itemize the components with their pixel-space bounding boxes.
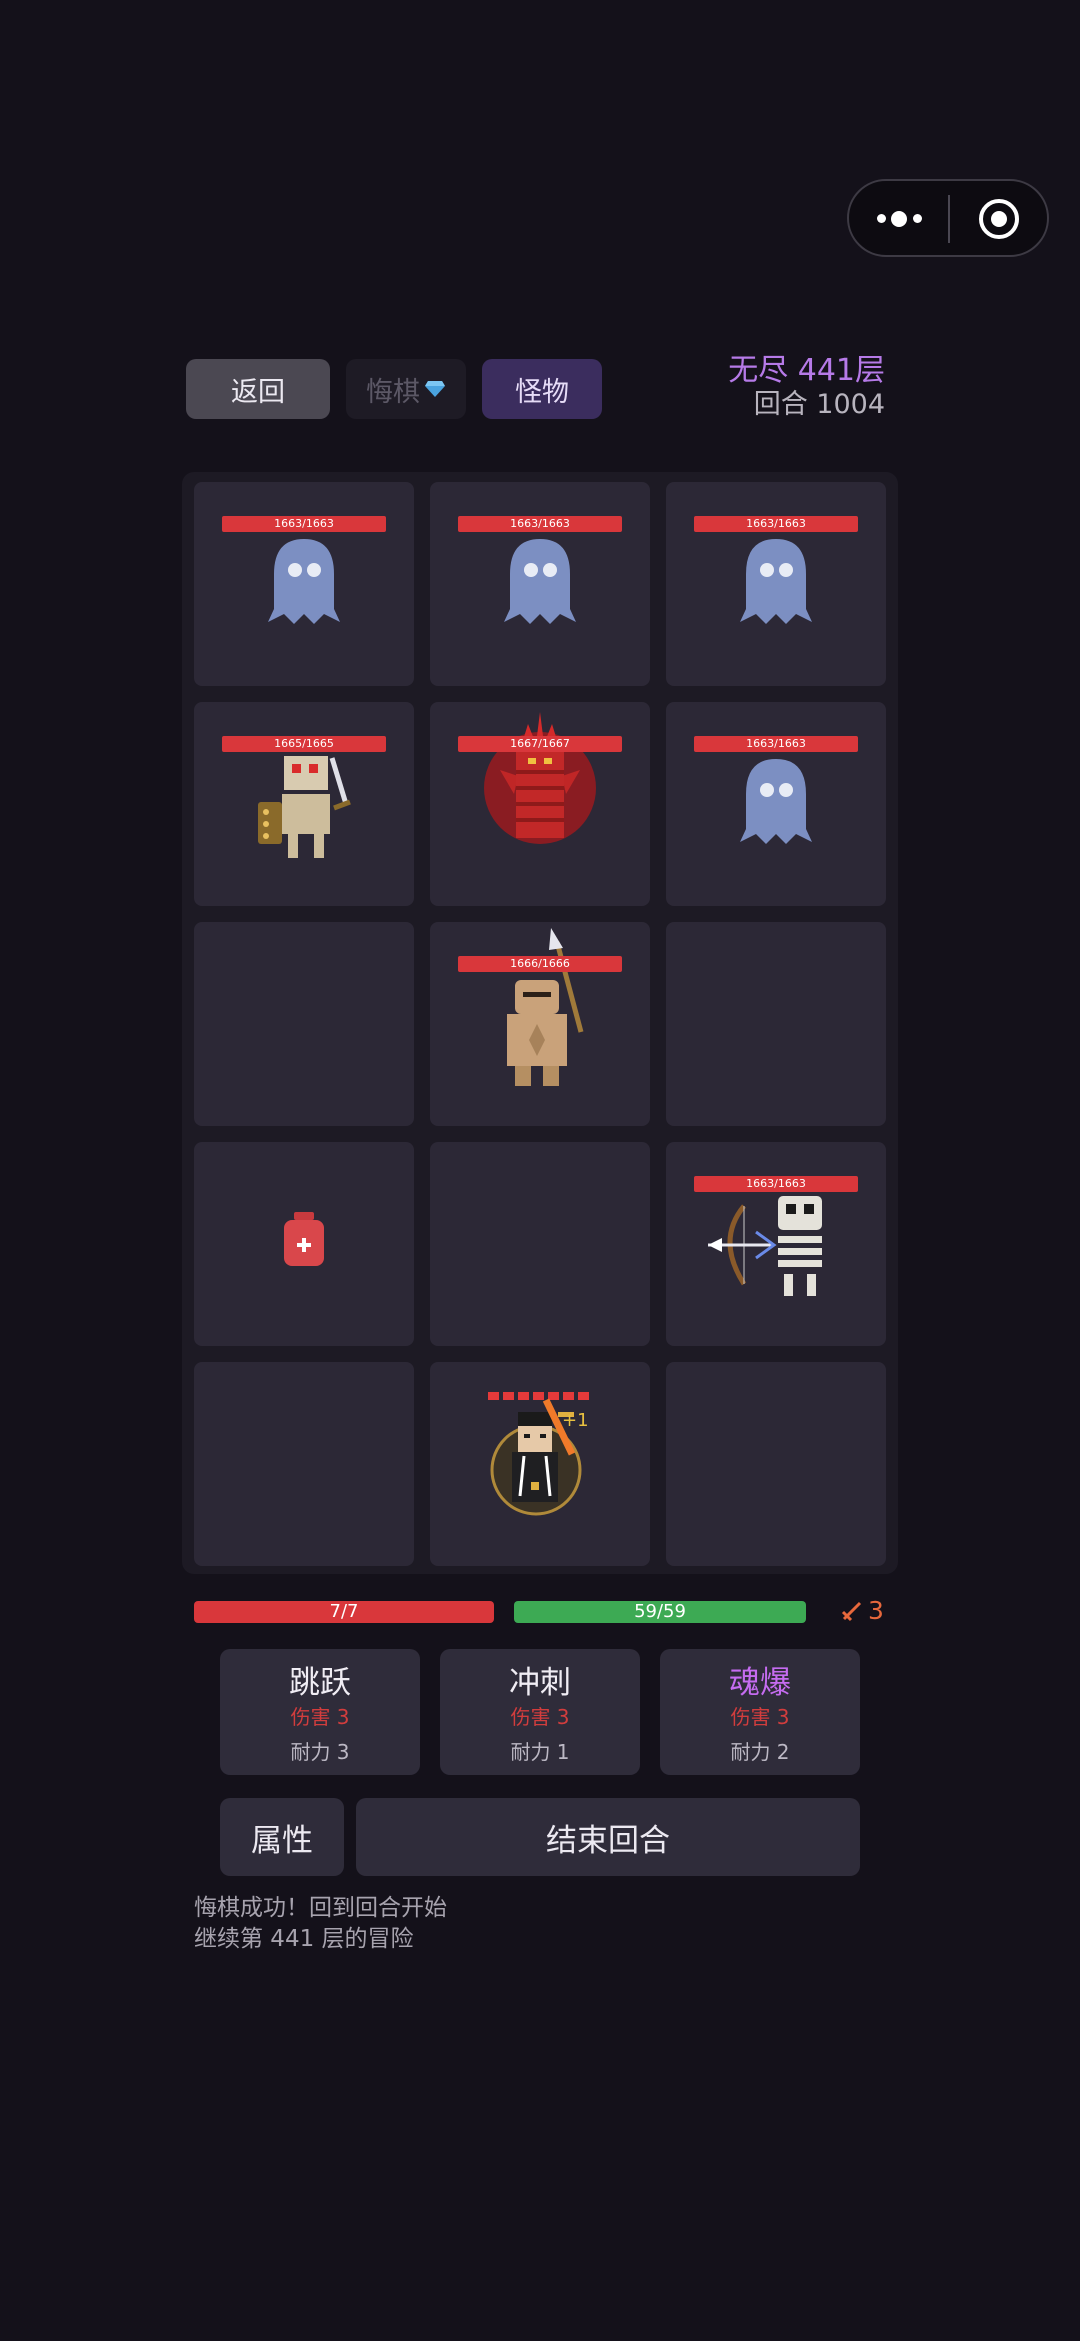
monster-label: 怪物 xyxy=(515,376,569,408)
board-cell[interactable]: 1665/1665 xyxy=(194,702,414,906)
skill-name: 冲刺 xyxy=(509,1665,571,1701)
monster-button[interactable]: 怪物 xyxy=(482,359,602,419)
board-cell[interactable]: 1663/1663 xyxy=(194,482,414,686)
player-hp-value: 7/7 xyxy=(329,1601,359,1622)
ghost-enemy-icon xyxy=(740,539,812,624)
ghost-enemy-icon xyxy=(504,539,576,624)
board-cell[interactable]: 1667/1667 xyxy=(430,702,650,906)
enemy-hp-bar: 1665/1665 xyxy=(222,736,386,752)
skeleton-archer-enemy-icon xyxy=(708,1196,822,1296)
enemy-hp-bar: 1666/1666 xyxy=(458,956,622,972)
enemy-hp-bar: 1667/1667 xyxy=(458,736,622,752)
close-miniprogram-icon[interactable] xyxy=(978,198,1020,240)
board-cell[interactable]: 1663/1663 xyxy=(666,1142,886,1346)
skill-damage: 伤害 3 xyxy=(290,1705,350,1729)
more-menu-icon[interactable] xyxy=(877,205,937,233)
board-cell[interactable] xyxy=(194,1142,414,1346)
player-hp-bar: 7/7 xyxy=(194,1601,494,1623)
sword-icon xyxy=(841,1601,862,1621)
board-cell[interactable]: 1663/1663 xyxy=(666,702,886,906)
health-potion-icon[interactable] xyxy=(282,1212,326,1268)
gem-icon xyxy=(425,381,445,397)
log-line: 悔棋成功！回到回合开始 xyxy=(194,1895,447,1921)
message-log: 悔棋成功！回到回合开始 继续第 441 层的冒险 xyxy=(194,1893,447,1955)
attributes-label: 属性 xyxy=(251,1822,313,1859)
player-hero-icon[interactable]: +1 xyxy=(480,1384,600,1524)
board-cell[interactable] xyxy=(194,1362,414,1566)
board-cell[interactable] xyxy=(666,922,886,1126)
board-cell[interactable]: 1663/1663 xyxy=(666,482,886,686)
ghost-enemy-icon xyxy=(268,539,340,624)
undo-button[interactable]: 悔棋 xyxy=(346,359,466,419)
game-board: 1663/1663 1663/1663 1663/1663 1665/1665 xyxy=(182,472,898,1574)
skill-dash-card[interactable]: 冲刺 伤害 3 耐力 1 xyxy=(440,1649,640,1775)
ghost-enemy-icon xyxy=(740,759,812,844)
end-turn-button[interactable]: 结束回合 xyxy=(356,1798,860,1876)
skill-damage: 伤害 3 xyxy=(510,1705,570,1729)
board-cell[interactable]: 1666/1666 xyxy=(430,922,650,1126)
end-turn-label: 结束回合 xyxy=(546,1822,670,1859)
skill-name: 跳跃 xyxy=(289,1665,351,1701)
svg-text:+1: +1 xyxy=(562,1410,589,1431)
skill-stamina-cost: 耐力 1 xyxy=(510,1740,570,1764)
player-stamina-bar: 59/59 xyxy=(514,1601,806,1623)
board-cell[interactable]: +1 xyxy=(430,1362,650,1566)
attributes-button[interactable]: 属性 xyxy=(220,1798,344,1876)
enemy-hp-bar: 1663/1663 xyxy=(694,1176,858,1192)
flame-demon-enemy-icon xyxy=(484,712,596,844)
spear-golem-enemy-icon xyxy=(507,928,584,1086)
skill-jump-card[interactable]: 跳跃 伤害 3 耐力 3 xyxy=(220,1649,420,1775)
miniprogram-capsule xyxy=(847,179,1049,257)
undo-label: 悔棋 xyxy=(366,376,420,408)
board-cell[interactable] xyxy=(666,1362,886,1566)
enemy-hp-bar: 1663/1663 xyxy=(222,516,386,532)
back-label: 返回 xyxy=(231,376,285,408)
board-cell[interactable]: 1663/1663 xyxy=(430,482,650,686)
skill-soul-burst-card[interactable]: 魂爆 伤害 3 耐力 2 xyxy=(660,1649,860,1775)
skill-stamina-cost: 耐力 2 xyxy=(730,1740,790,1764)
enemy-hp-bar: 1663/1663 xyxy=(458,516,622,532)
log-line: 继续第 441 层的冒险 xyxy=(194,1926,414,1952)
skill-stamina-cost: 耐力 3 xyxy=(290,1740,350,1764)
skill-name: 魂爆 xyxy=(729,1665,791,1701)
board-cell[interactable] xyxy=(430,1142,650,1346)
board-cell[interactable] xyxy=(194,922,414,1126)
enemy-hp-bar: 1663/1663 xyxy=(694,736,858,752)
round-counter: 回合 1004 xyxy=(753,389,885,420)
attack-value: 3 xyxy=(868,1596,884,1625)
player-stamina-value: 59/59 xyxy=(634,1601,686,1622)
capsule-divider xyxy=(948,195,950,243)
skeleton-warrior-enemy-icon xyxy=(258,756,351,858)
skill-damage: 伤害 3 xyxy=(730,1705,790,1729)
attack-stat: 3 xyxy=(840,1596,884,1625)
enemy-hp-bar: 1663/1663 xyxy=(694,516,858,532)
back-button[interactable]: 返回 xyxy=(186,359,330,419)
